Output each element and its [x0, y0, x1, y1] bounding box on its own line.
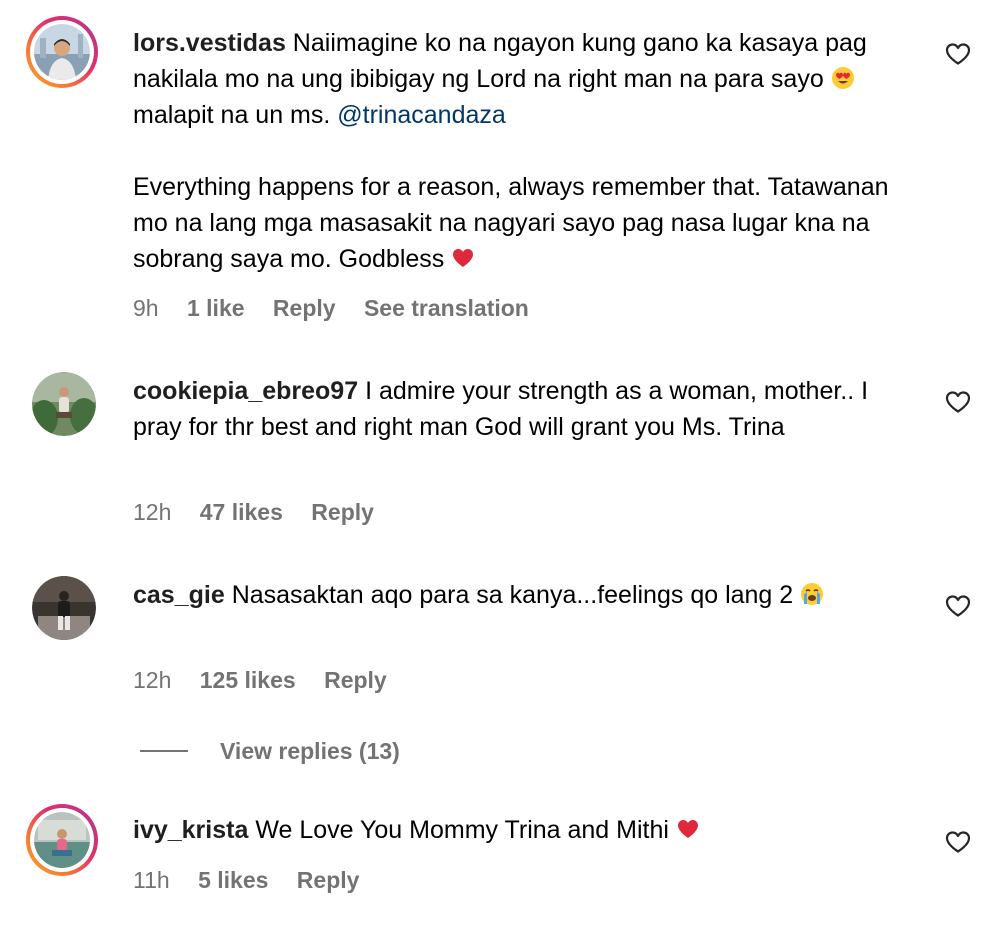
mention-link[interactable]: @trinacandaza: [337, 101, 506, 129]
reply-button[interactable]: Reply: [297, 867, 360, 893]
like-count[interactable]: 1 like: [187, 295, 245, 321]
comment-body: We Love You Mommy Trina and Mithi: [248, 816, 676, 844]
heart-outline-icon[interactable]: [945, 390, 971, 414]
comment-text: cookiepia_ebreo97 I admire your strength…: [133, 373, 913, 445]
red-heart-emoji-icon: [677, 820, 698, 838]
like-count[interactable]: 47 likes: [200, 499, 283, 525]
see-translation-button[interactable]: See translation: [364, 295, 529, 321]
heart-outline-icon[interactable]: [945, 830, 971, 854]
red-heart-emoji-icon: [453, 249, 474, 267]
reply-button[interactable]: Reply: [273, 295, 336, 321]
avatar: [32, 576, 96, 640]
avatar: [34, 24, 90, 80]
reply-button[interactable]: Reply: [311, 499, 374, 525]
avatar-plain[interactable]: [32, 576, 96, 640]
comment-text: lors.vestidas Naiimagine ko na ngayon ku…: [133, 25, 913, 277]
comment-username[interactable]: cookiepia_ebreo97: [133, 377, 358, 405]
avatar-story-ring[interactable]: [26, 804, 98, 876]
view-replies-button[interactable]: View replies (13): [140, 736, 400, 766]
like-count[interactable]: 5 likes: [198, 867, 268, 893]
heart-outline-icon[interactable]: [945, 42, 971, 66]
comment-body: Everything happens for a reason, always …: [133, 173, 889, 273]
avatar: [32, 372, 96, 436]
comment-text: cas_gie Nasasaktan aqo para sa kanya...f…: [133, 577, 913, 613]
comment-text: ivy_krista We Love You Mommy Trina and M…: [133, 812, 913, 848]
comment-timestamp[interactable]: 9h: [133, 295, 159, 321]
comment-meta: 12h 125 likes Reply: [133, 666, 409, 694]
comment-meta: 9h 1 like Reply See translation: [133, 294, 551, 322]
comment-username[interactable]: lors.vestidas: [133, 29, 286, 57]
comment-username[interactable]: ivy_krista: [133, 816, 248, 844]
comment-meta: 11h 5 likes Reply: [133, 866, 381, 894]
crying-face-emoji-icon: [801, 583, 824, 605]
heart-eyes-emoji-icon: [831, 67, 854, 89]
comment-timestamp[interactable]: 12h: [133, 667, 171, 693]
reply-button[interactable]: Reply: [324, 667, 387, 693]
comment-meta: 12h 47 likes Reply: [133, 498, 396, 526]
like-count[interactable]: 125 likes: [200, 667, 296, 693]
comment-timestamp[interactable]: 11h: [133, 867, 170, 893]
comment-body: Nasasaktan aqo para sa kanya...feelings …: [224, 581, 801, 609]
avatar-story-ring[interactable]: [26, 16, 98, 88]
comment-timestamp[interactable]: 12h: [133, 499, 171, 525]
divider: [140, 750, 188, 752]
comment-username[interactable]: cas_gie: [133, 581, 225, 609]
view-replies-label: View replies (13): [220, 737, 400, 764]
avatar-plain[interactable]: [32, 372, 96, 436]
avatar: [34, 812, 90, 868]
heart-outline-icon[interactable]: [945, 594, 971, 618]
